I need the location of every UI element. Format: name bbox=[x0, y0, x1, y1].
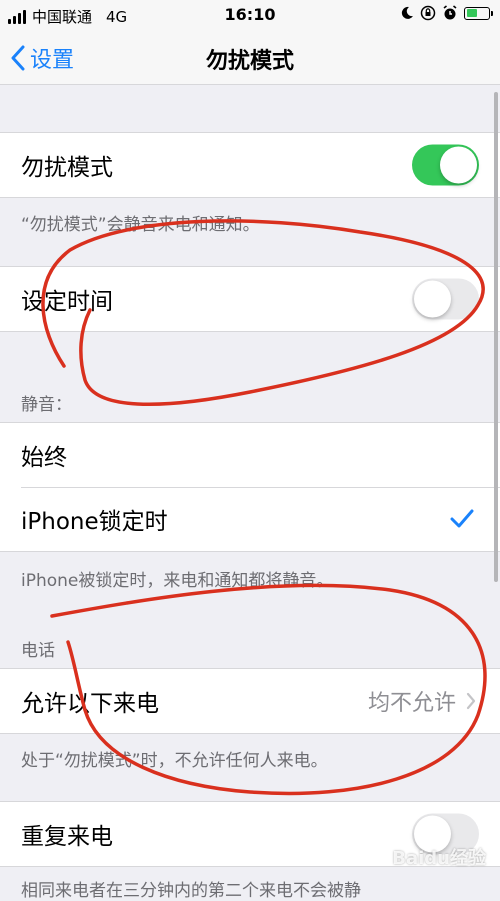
allow-calls-detail: 均不允许 bbox=[368, 685, 476, 717]
phone-header: 电话 bbox=[21, 641, 55, 661]
silence-option-label: 始终 bbox=[21, 445, 67, 471]
silence-option-locked[interactable]: iPhone锁定时 bbox=[0, 487, 500, 551]
alarm-icon bbox=[443, 5, 457, 20]
status-bar: 中国联通 4G 16:10 bbox=[0, 0, 500, 30]
battery-level bbox=[466, 9, 477, 17]
watermark: Baidu经验 bbox=[392, 848, 486, 869]
dnd-footer: “勿扰模式”会静音来电和通知。 bbox=[21, 215, 260, 235]
silence-option-label: iPhone锁定时 bbox=[21, 509, 168, 535]
scheduled-label: 设定时间 bbox=[21, 289, 113, 315]
page-title: 勿扰模式 bbox=[205, 49, 294, 74]
scrollbar[interactable] bbox=[494, 92, 498, 582]
battery-icon bbox=[464, 6, 493, 20]
repeated-calls-label: 重复来电 bbox=[21, 824, 113, 850]
dnd-toggle[interactable] bbox=[412, 144, 479, 186]
dnd-group: 勿扰模式 bbox=[0, 132, 500, 198]
silence-group: 始终 iPhone锁定时 bbox=[0, 422, 500, 552]
silence-footer: iPhone被锁定时，来电和通知都将静音。 bbox=[21, 571, 334, 591]
status-icons bbox=[400, 5, 493, 21]
phone-footer: 处于“勿扰模式”时，不允许任何人来电。 bbox=[21, 751, 328, 771]
chevron-right-icon bbox=[466, 692, 476, 710]
silence-header: 静音： bbox=[21, 395, 72, 415]
scheduled-group: 设定时间 bbox=[0, 266, 500, 332]
allow-calls-value: 均不允许 bbox=[367, 691, 456, 716]
navigation-bar: 设置 勿扰模式 bbox=[0, 30, 500, 85]
orientation-lock-icon bbox=[420, 5, 436, 21]
moon-icon bbox=[401, 6, 413, 19]
allow-calls-label: 允许以下来电 bbox=[21, 691, 159, 717]
dnd-label: 勿扰模式 bbox=[21, 155, 113, 181]
allow-calls-row[interactable]: 允许以下来电 均不允许 bbox=[0, 669, 500, 733]
allow-calls-group: 允许以下来电 均不允许 bbox=[0, 668, 500, 734]
silence-option-always[interactable]: 始终 bbox=[0, 423, 500, 487]
scheduled-row: 设定时间 bbox=[0, 267, 500, 331]
checkmark-icon bbox=[450, 509, 474, 528]
dnd-row: 勿扰模式 bbox=[0, 133, 500, 197]
scheduled-toggle[interactable] bbox=[412, 278, 479, 320]
